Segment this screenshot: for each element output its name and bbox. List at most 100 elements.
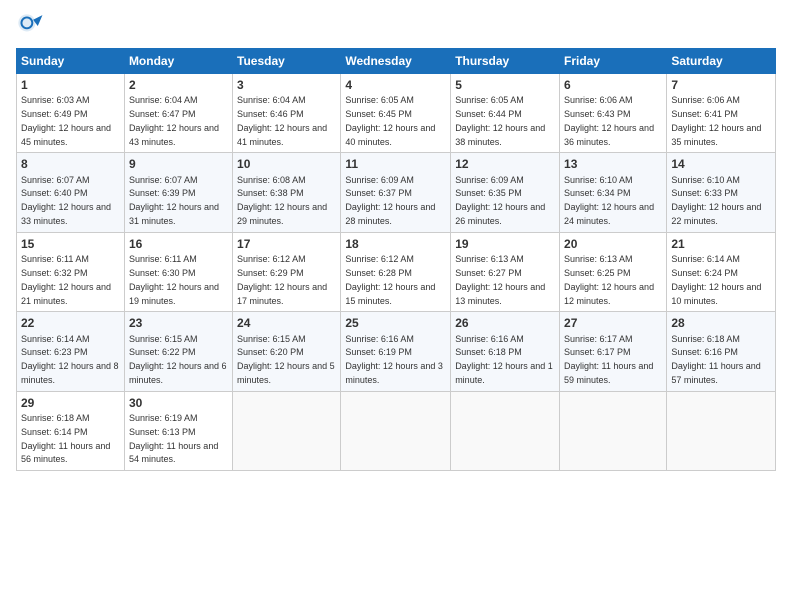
day-info: Sunrise: 6:17 AMSunset: 6:17 PMDaylight:… xyxy=(564,334,653,385)
day-header-saturday: Saturday xyxy=(667,49,776,74)
day-number: 13 xyxy=(564,156,662,172)
calendar-table: SundayMondayTuesdayWednesdayThursdayFrid… xyxy=(16,48,776,471)
calendar-cell: 20 Sunrise: 6:13 AMSunset: 6:25 PMDayligh… xyxy=(560,232,667,311)
calendar-week-1: 1 Sunrise: 6:03 AMSunset: 6:49 PMDaylight… xyxy=(17,74,776,153)
day-number: 3 xyxy=(237,77,336,93)
calendar-cell: 14 Sunrise: 6:10 AMSunset: 6:33 PMDayligh… xyxy=(667,153,776,232)
calendar-cell xyxy=(233,391,341,470)
calendar-cell: 12 Sunrise: 6:09 AMSunset: 6:35 PMDayligh… xyxy=(451,153,560,232)
calendar-cell: 6 Sunrise: 6:06 AMSunset: 6:43 PMDaylight… xyxy=(560,74,667,153)
day-info: Sunrise: 6:13 AMSunset: 6:25 PMDaylight:… xyxy=(564,254,654,305)
day-number: 29 xyxy=(21,395,120,411)
calendar-cell: 28Sunrise: 6:18 AMSunset: 6:16 PMDayligh… xyxy=(667,312,776,391)
calendar-cell: 10 Sunrise: 6:08 AMSunset: 6:38 PMDayligh… xyxy=(233,153,341,232)
day-info: Sunrise: 6:06 AMSunset: 6:43 PMDaylight:… xyxy=(564,95,654,146)
day-info: Sunrise: 6:06 AMSunset: 6:41 PMDaylight:… xyxy=(671,95,761,146)
day-info: Sunrise: 6:07 AMSunset: 6:39 PMDaylight:… xyxy=(129,175,219,226)
calendar-cell: 7 Sunrise: 6:06 AMSunset: 6:41 PMDaylight… xyxy=(667,74,776,153)
logo xyxy=(16,12,48,40)
calendar-week-3: 15Sunrise: 6:11 AMSunset: 6:32 PMDayligh… xyxy=(17,232,776,311)
calendar-cell: 17 Sunrise: 6:12 AMSunset: 6:29 PMDayligh… xyxy=(233,232,341,311)
day-number: 22 xyxy=(21,315,120,331)
calendar-cell: 5 Sunrise: 6:05 AMSunset: 6:44 PMDaylight… xyxy=(451,74,560,153)
calendar-cell: 1 Sunrise: 6:03 AMSunset: 6:49 PMDaylight… xyxy=(17,74,125,153)
calendar-cell xyxy=(560,391,667,470)
day-number: 4 xyxy=(345,77,446,93)
day-number: 8 xyxy=(21,156,120,172)
calendar-cell xyxy=(667,391,776,470)
calendar-cell: 2 Sunrise: 6:04 AMSunset: 6:47 PMDaylight… xyxy=(124,74,232,153)
calendar-cell xyxy=(341,391,451,470)
day-info: Sunrise: 6:04 AMSunset: 6:46 PMDaylight:… xyxy=(237,95,327,146)
day-number: 20 xyxy=(564,236,662,252)
day-info: Sunrise: 6:05 AMSunset: 6:45 PMDaylight:… xyxy=(345,95,435,146)
day-info: Sunrise: 6:10 AMSunset: 6:33 PMDaylight:… xyxy=(671,175,761,226)
calendar-cell: 26 Sunrise: 6:16 AMSunset: 6:18 PMDayligh… xyxy=(451,312,560,391)
day-info: Sunrise: 6:16 AMSunset: 6:19 PMDaylight:… xyxy=(345,334,443,385)
calendar-cell: 11 Sunrise: 6:09 AMSunset: 6:37 PMDayligh… xyxy=(341,153,451,232)
day-number: 17 xyxy=(237,236,336,252)
page-header xyxy=(16,12,776,40)
day-info: Sunrise: 6:18 AMSunset: 6:14 PMDaylight:… xyxy=(21,413,110,464)
calendar-cell: 3 Sunrise: 6:04 AMSunset: 6:46 PMDaylight… xyxy=(233,74,341,153)
calendar-header-row: SundayMondayTuesdayWednesdayThursdayFrid… xyxy=(17,49,776,74)
calendar-cell: 25 Sunrise: 6:16 AMSunset: 6:19 PMDayligh… xyxy=(341,312,451,391)
day-number: 24 xyxy=(237,315,336,331)
day-number: 5 xyxy=(455,77,555,93)
calendar-body: 1 Sunrise: 6:03 AMSunset: 6:49 PMDaylight… xyxy=(17,74,776,471)
day-info: Sunrise: 6:03 AMSunset: 6:49 PMDaylight:… xyxy=(21,95,111,146)
day-info: Sunrise: 6:15 AMSunset: 6:20 PMDaylight:… xyxy=(237,334,335,385)
day-info: Sunrise: 6:10 AMSunset: 6:34 PMDaylight:… xyxy=(564,175,654,226)
day-number: 2 xyxy=(129,77,228,93)
day-header-wednesday: Wednesday xyxy=(341,49,451,74)
day-info: Sunrise: 6:08 AMSunset: 6:38 PMDaylight:… xyxy=(237,175,327,226)
day-info: Sunrise: 6:13 AMSunset: 6:27 PMDaylight:… xyxy=(455,254,545,305)
calendar-cell: 18 Sunrise: 6:12 AMSunset: 6:28 PMDayligh… xyxy=(341,232,451,311)
day-number: 25 xyxy=(345,315,446,331)
day-header-friday: Friday xyxy=(560,49,667,74)
day-number: 30 xyxy=(129,395,228,411)
day-info: Sunrise: 6:11 AMSunset: 6:32 PMDaylight:… xyxy=(21,254,111,305)
calendar-cell: 27 Sunrise: 6:17 AMSunset: 6:17 PMDayligh… xyxy=(560,312,667,391)
day-number: 19 xyxy=(455,236,555,252)
day-info: Sunrise: 6:07 AMSunset: 6:40 PMDaylight:… xyxy=(21,175,111,226)
day-info: Sunrise: 6:16 AMSunset: 6:18 PMDaylight:… xyxy=(455,334,553,385)
calendar-cell: 29 Sunrise: 6:18 AMSunset: 6:14 PMDayligh… xyxy=(17,391,125,470)
calendar-cell xyxy=(451,391,560,470)
calendar-cell: 4 Sunrise: 6:05 AMSunset: 6:45 PMDaylight… xyxy=(341,74,451,153)
calendar-cell: 19 Sunrise: 6:13 AMSunset: 6:27 PMDayligh… xyxy=(451,232,560,311)
day-info: Sunrise: 6:11 AMSunset: 6:30 PMDaylight:… xyxy=(129,254,219,305)
day-info: Sunrise: 6:09 AMSunset: 6:37 PMDaylight:… xyxy=(345,175,435,226)
day-info: Sunrise: 6:05 AMSunset: 6:44 PMDaylight:… xyxy=(455,95,545,146)
calendar-cell: 30 Sunrise: 6:19 AMSunset: 6:13 PMDayligh… xyxy=(124,391,232,470)
day-number: 26 xyxy=(455,315,555,331)
day-number: 11 xyxy=(345,156,446,172)
day-number: 14 xyxy=(671,156,771,172)
calendar-week-2: 8 Sunrise: 6:07 AMSunset: 6:40 PMDaylight… xyxy=(17,153,776,232)
day-number: 7 xyxy=(671,77,771,93)
day-number: 12 xyxy=(455,156,555,172)
day-info: Sunrise: 6:15 AMSunset: 6:22 PMDaylight:… xyxy=(129,334,227,385)
calendar-cell: 13 Sunrise: 6:10 AMSunset: 6:34 PMDayligh… xyxy=(560,153,667,232)
day-info: Sunrise: 6:09 AMSunset: 6:35 PMDaylight:… xyxy=(455,175,545,226)
logo-icon xyxy=(16,12,44,40)
day-number: 16 xyxy=(129,236,228,252)
day-header-sunday: Sunday xyxy=(17,49,125,74)
day-info: Sunrise: 6:14 AMSunset: 6:24 PMDaylight:… xyxy=(671,254,761,305)
day-info: Sunrise: 6:12 AMSunset: 6:28 PMDaylight:… xyxy=(345,254,435,305)
day-info: Sunrise: 6:14 AMSunset: 6:23 PMDaylight:… xyxy=(21,334,119,385)
day-info: Sunrise: 6:19 AMSunset: 6:13 PMDaylight:… xyxy=(129,413,218,464)
day-number: 10 xyxy=(237,156,336,172)
day-number: 27 xyxy=(564,315,662,331)
day-info: Sunrise: 6:04 AMSunset: 6:47 PMDaylight:… xyxy=(129,95,219,146)
calendar-week-4: 22 Sunrise: 6:14 AMSunset: 6:23 PMDayligh… xyxy=(17,312,776,391)
day-number: 1 xyxy=(21,77,120,93)
day-info: Sunrise: 6:12 AMSunset: 6:29 PMDaylight:… xyxy=(237,254,327,305)
day-number: 9 xyxy=(129,156,228,172)
calendar-cell: 16 Sunrise: 6:11 AMSunset: 6:30 PMDayligh… xyxy=(124,232,232,311)
calendar-cell: 22 Sunrise: 6:14 AMSunset: 6:23 PMDayligh… xyxy=(17,312,125,391)
day-header-thursday: Thursday xyxy=(451,49,560,74)
calendar-week-5: 29 Sunrise: 6:18 AMSunset: 6:14 PMDayligh… xyxy=(17,391,776,470)
day-number: 6 xyxy=(564,77,662,93)
day-number: 18 xyxy=(345,236,446,252)
